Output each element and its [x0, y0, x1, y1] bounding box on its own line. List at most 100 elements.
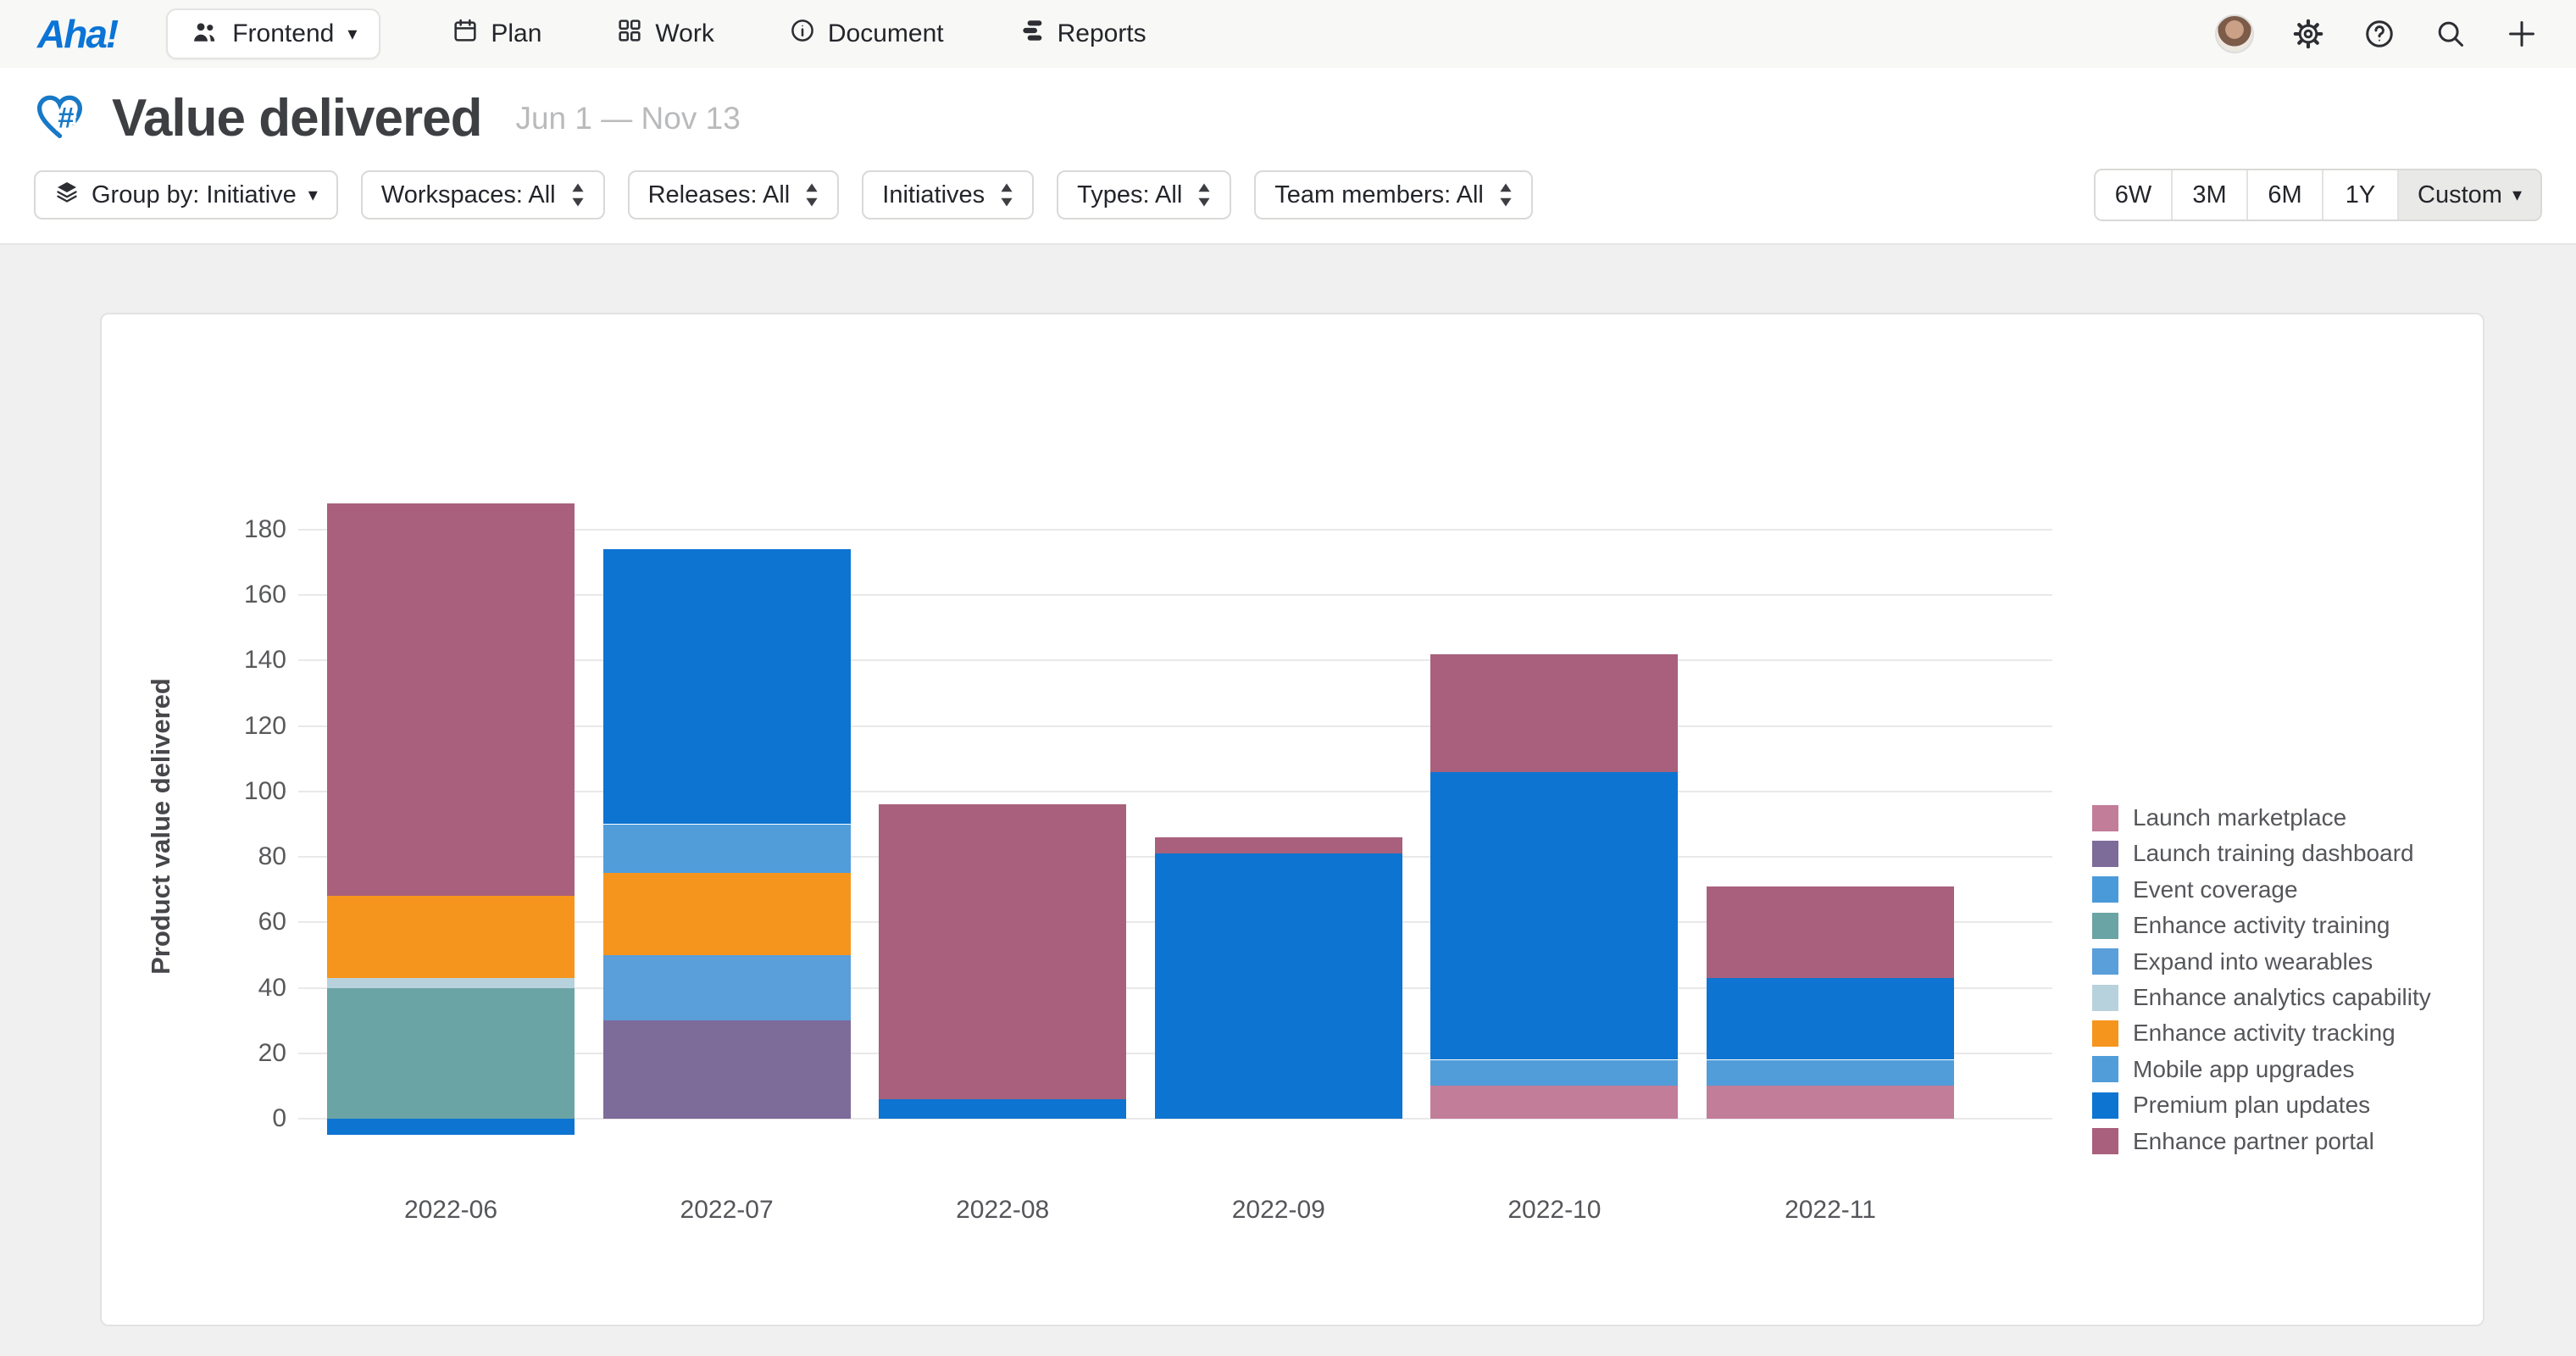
bar-segment[interactable]: [1155, 853, 1402, 1119]
filter-label: Workspaces: All: [381, 181, 556, 209]
x-tick-label: 2022-06: [324, 1196, 578, 1225]
workspace-selector[interactable]: Frontend ▾: [166, 8, 380, 59]
value-heart-icon: #: [34, 90, 90, 147]
y-tick-label: 140: [151, 646, 286, 675]
range-1y-button[interactable]: 1Y: [2322, 170, 2397, 220]
bar-segment[interactable]: [879, 1099, 1126, 1119]
help-button[interactable]: [2362, 17, 2396, 51]
workspace-name: Frontend: [232, 19, 334, 48]
page-title: Value delivered: [112, 88, 481, 148]
nav-item-work[interactable]: Work: [579, 17, 751, 51]
bar-segment[interactable]: [603, 955, 851, 1020]
bar-segment[interactable]: [1430, 772, 1678, 1060]
legend-item[interactable]: Enhance partner portal: [2092, 1128, 2374, 1155]
nav-item-plan[interactable]: Plan: [414, 17, 579, 51]
nav-item-reports[interactable]: Reports: [981, 17, 1184, 51]
updown-icon: [571, 182, 585, 208]
legend-label: Launch marketplace: [2133, 804, 2346, 831]
chart-card: Product value delivered 0204060801001201…: [100, 313, 2484, 1326]
legend-item[interactable]: Enhance activity training: [2092, 912, 2390, 939]
legend-item[interactable]: Launch marketplace: [2092, 804, 2346, 831]
bar-segment[interactable]: [327, 988, 575, 1119]
legend-label: Premium plan updates: [2133, 1092, 2370, 1119]
gear-icon: [2292, 18, 2324, 50]
releases-filter[interactable]: Releases: All: [628, 170, 840, 220]
filter-label: Releases: All: [648, 181, 791, 209]
legend-label: Enhance activity training: [2133, 912, 2390, 939]
legend-label: Launch training dashboard: [2133, 840, 2414, 867]
legend-item[interactable]: Enhance activity tracking: [2092, 1020, 2396, 1047]
bar-segment[interactable]: [1707, 1060, 1954, 1086]
bar-segment[interactable]: [327, 503, 575, 896]
legend-swatch: [2092, 985, 2118, 1011]
y-tick-label: 120: [151, 712, 286, 741]
range-6w-button[interactable]: 6W: [2096, 170, 2171, 220]
filter-label: Types: All: [1077, 181, 1182, 209]
search-icon: [2434, 18, 2467, 50]
bar-segment[interactable]: [327, 1119, 575, 1135]
types-filter[interactable]: Types: All: [1057, 170, 1231, 220]
updown-icon: [1000, 182, 1013, 208]
aha-logo[interactable]: Aha!: [37, 11, 117, 57]
bar-segment[interactable]: [1707, 886, 1954, 978]
legend-swatch: [2092, 913, 2118, 939]
bar-segment[interactable]: [1430, 654, 1678, 772]
bar-segment[interactable]: [603, 825, 851, 874]
legend-label: Enhance activity tracking: [2133, 1020, 2396, 1047]
legend-swatch: [2092, 805, 2118, 831]
workspaces-filter[interactable]: Workspaces: All: [361, 170, 605, 220]
group-by-dropdown[interactable]: Group by: Initiative ▾: [34, 170, 338, 220]
bar-segment[interactable]: [603, 549, 851, 824]
x-tick-label: 2022-10: [1427, 1196, 1681, 1225]
help-icon: [2363, 18, 2396, 50]
nav-label: Work: [655, 19, 713, 48]
x-tick-label: 2022-07: [600, 1196, 854, 1225]
legend-swatch: [2092, 1020, 2118, 1047]
bar-segment[interactable]: [1430, 1060, 1678, 1086]
legend-item[interactable]: Expand into wearables: [2092, 948, 2373, 975]
range-custom-button[interactable]: Custom ▾: [2397, 170, 2540, 220]
nav-label: Reports: [1058, 19, 1146, 48]
updown-icon: [1499, 182, 1513, 208]
report-bars-icon: [1019, 17, 1046, 51]
add-button[interactable]: [2505, 17, 2539, 51]
initiatives-filter[interactable]: Initiatives: [862, 170, 1034, 220]
caret-down-icon: ▾: [308, 186, 318, 204]
bar-segment[interactable]: [327, 978, 575, 988]
bar-segment[interactable]: [1430, 1086, 1678, 1119]
bar-segment[interactable]: [1707, 978, 1954, 1060]
legend-item[interactable]: Mobile app upgrades: [2092, 1056, 2355, 1083]
nav-item-document[interactable]: Document: [752, 17, 981, 51]
legend-item[interactable]: Event coverage: [2092, 876, 2298, 903]
bar-segment[interactable]: [603, 1020, 851, 1119]
range-6m-button[interactable]: 6M: [2246, 170, 2322, 220]
legend-item[interactable]: Enhance analytics capability: [2092, 984, 2431, 1011]
bar-segment[interactable]: [603, 873, 851, 955]
caret-down-icon: ▾: [2512, 186, 2522, 204]
updown-icon: [805, 182, 819, 208]
y-tick-label: 20: [151, 1039, 286, 1068]
navbar-actions: [2215, 14, 2539, 53]
search-button[interactable]: [2434, 17, 2468, 51]
legend-swatch: [2092, 1092, 2118, 1119]
y-tick-label: 80: [151, 842, 286, 871]
range-3m-button[interactable]: 3M: [2171, 170, 2246, 220]
x-tick-label: 2022-08: [875, 1196, 1130, 1225]
legend-item[interactable]: Launch training dashboard: [2092, 840, 2414, 867]
settings-button[interactable]: [2291, 17, 2325, 51]
team-members-filter[interactable]: Team members: All: [1254, 170, 1533, 220]
legend-swatch: [2092, 876, 2118, 903]
bar-segment[interactable]: [327, 896, 575, 978]
user-avatar[interactable]: [2215, 14, 2254, 53]
top-navbar: Aha! Frontend ▾ Plan: [0, 0, 2576, 68]
legend-item[interactable]: Premium plan updates: [2092, 1092, 2370, 1119]
plus-icon: [2506, 18, 2538, 50]
filter-bar: Group by: Initiative ▾ Workspaces: All R…: [0, 157, 2576, 245]
bar-segment[interactable]: [879, 804, 1126, 1098]
x-tick-label: 2022-09: [1152, 1196, 1406, 1225]
bar-segment[interactable]: [1707, 1086, 1954, 1119]
legend-swatch: [2092, 841, 2118, 867]
custom-range-label: Custom: [2418, 181, 2502, 209]
filter-label: Team members: All: [1274, 181, 1484, 209]
bar-segment[interactable]: [1155, 837, 1402, 853]
